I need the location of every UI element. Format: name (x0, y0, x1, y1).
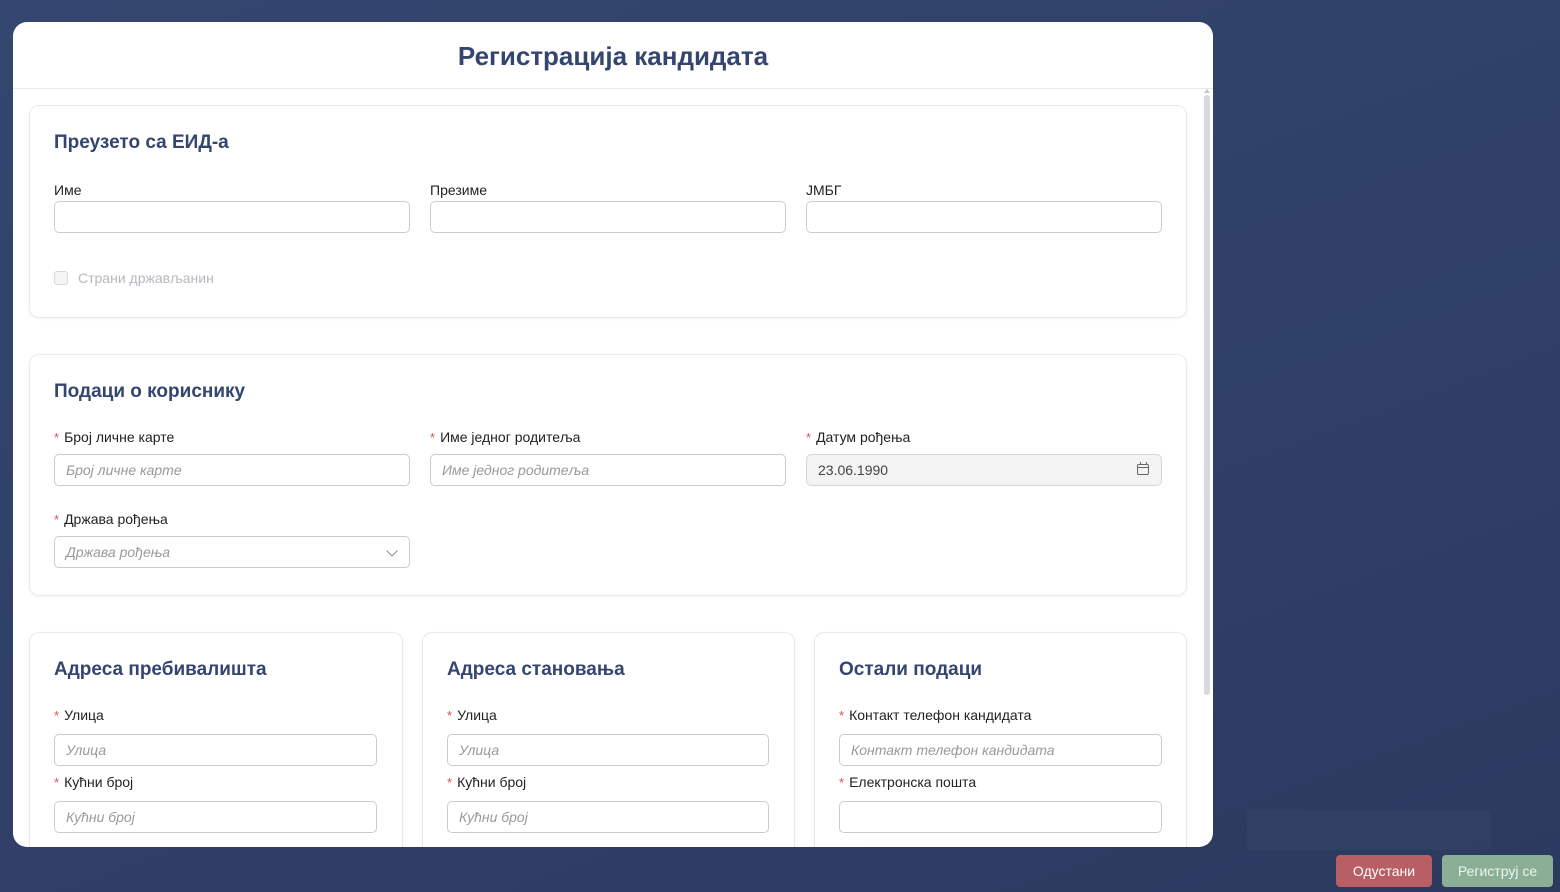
other-data-title: Остали подаци (839, 659, 983, 680)
modal-header: Регистрација кандидата (13, 22, 1213, 89)
email-field: * Електронска пошта (839, 773, 1162, 833)
user-section-card: Подаци о кориснику * Број личне карте Бро… (29, 354, 1187, 596)
residence-street-field: * Улица Улица (54, 706, 377, 766)
modal-body: Преузето са ЕИД-а Име Презиме ЈМБГ Стран… (13, 89, 1213, 847)
birth-country-field: * Држава рођења Држава рођења (54, 510, 410, 568)
foreign-citizen-checkbox[interactable] (54, 271, 68, 285)
residence-street-label: * Улица (54, 707, 104, 723)
birth-country-select[interactable]: Држава рођења (54, 536, 410, 568)
eid-section-card: Преузето са ЕИД-а Име Презиме ЈМБГ Стран… (29, 105, 1187, 318)
register-button[interactable]: Региструј се (1442, 855, 1553, 887)
background-panel (1247, 810, 1491, 850)
calendar-icon[interactable] (1137, 462, 1149, 475)
required-marker: * (430, 430, 436, 445)
parent-name-input[interactable]: Име једног родитеља (430, 454, 786, 486)
residence-street-input[interactable]: Улица (54, 734, 377, 766)
birth-country-placeholder: Држава рођења (66, 544, 171, 560)
parent-name-field: * Име једног родитеља Име једног родитеља (430, 428, 786, 486)
required-marker: * (447, 708, 453, 723)
jmbg-label: ЈМБГ (806, 182, 842, 198)
required-marker: * (54, 430, 60, 445)
living-address-card: Адреса становања * Улица Улица * Кућни бро… (422, 632, 795, 847)
id-card-field: * Број личне карте Број личне карте (54, 428, 410, 486)
required-marker: * (839, 775, 845, 790)
required-marker: * (54, 775, 60, 790)
jmbg-input[interactable] (806, 201, 1162, 233)
email-label: * Електронска пошта (839, 774, 977, 790)
last-name-field: Презиме (430, 181, 786, 233)
required-marker: * (839, 708, 845, 723)
first-name-input[interactable] (54, 201, 410, 233)
eid-section-title: Преузето са ЕИД-а (54, 132, 229, 153)
living-street-label: * Улица (447, 707, 497, 723)
jmbg-field: ЈМБГ (806, 181, 1162, 233)
birth-date-label: * Датум рођења (806, 429, 911, 445)
last-name-input[interactable] (430, 201, 786, 233)
id-card-label: * Број личне карте (54, 429, 175, 445)
cancel-button[interactable]: Одустани (1336, 855, 1432, 887)
modal-title: Регистрација кандидата (457, 40, 769, 71)
living-address-title: Адреса становања (447, 659, 625, 680)
parent-name-label: * Име једног родитеља (430, 429, 581, 445)
living-street-input[interactable]: Улица (447, 734, 769, 766)
required-marker: * (54, 708, 60, 723)
residence-address-title: Адреса пребивалишта (54, 659, 267, 680)
other-data-card: Остали подаци * Контакт телефон кандидата… (814, 632, 1187, 847)
required-marker: * (447, 775, 453, 790)
scrollbar[interactable] (1204, 95, 1210, 695)
id-card-input[interactable]: Број личне карте (54, 454, 410, 486)
living-house-number-label: * Кућни број (447, 774, 527, 790)
residence-address-card: Адреса пребивалишта * Улица Улица * Кућни … (29, 632, 403, 847)
phone-label: * Контакт телефон кандидата (839, 707, 1032, 723)
first-name-label: Име (54, 182, 82, 198)
last-name-label: Презиме (430, 182, 487, 198)
birth-date-field: * Датум рођења 23.06.1990 (806, 428, 1162, 486)
phone-field: * Контакт телефон кандидата Контакт телеф… (839, 706, 1162, 766)
phone-input[interactable]: Контакт телефон кандидата (839, 734, 1162, 766)
registration-modal: Регистрација кандидата Преузето са ЕИД-а… (13, 22, 1213, 847)
scroll-up-icon[interactable] (1204, 89, 1210, 93)
birth-country-label: * Држава рођења (54, 511, 168, 527)
user-section-title: Подаци о кориснику (54, 381, 246, 402)
residence-house-number-label: * Кућни број (54, 774, 134, 790)
chevron-down-icon (386, 545, 398, 557)
foreign-citizen-label: Страни држављанин (78, 270, 214, 286)
residence-house-number-input[interactable]: Кућни број (54, 801, 377, 833)
birth-date-value: 23.06.1990 (818, 462, 889, 478)
residence-house-number-field: * Кућни број Кућни број (54, 773, 377, 833)
first-name-field: Име (54, 181, 410, 233)
living-house-number-input[interactable]: Кућни број (447, 801, 769, 833)
living-street-field: * Улица Улица (447, 706, 769, 766)
foreign-citizen-row: Страни држављанин (54, 270, 214, 286)
living-house-number-field: * Кућни број Кућни број (447, 773, 769, 833)
required-marker: * (806, 430, 812, 445)
birth-date-input[interactable]: 23.06.1990 (806, 454, 1162, 486)
required-marker: * (54, 512, 60, 527)
email-input[interactable] (839, 801, 1162, 833)
